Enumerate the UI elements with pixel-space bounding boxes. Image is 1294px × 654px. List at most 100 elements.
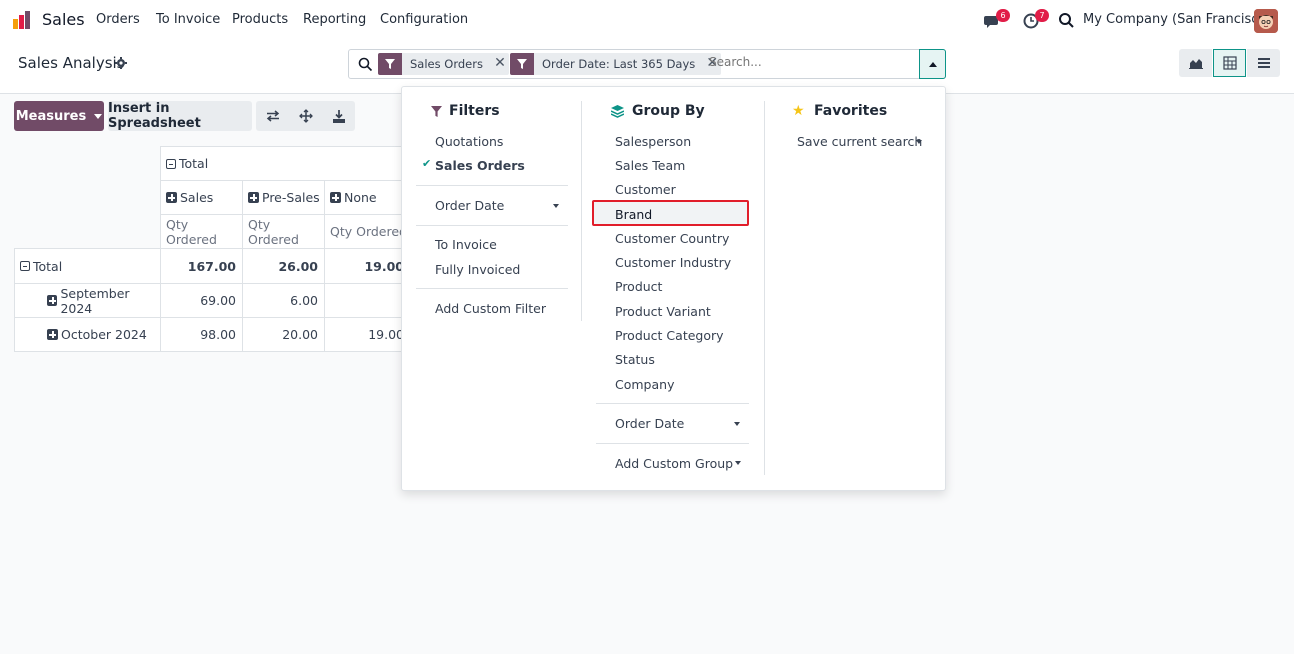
pivot-cell[interactable]: 69.00 [160,283,243,318]
facet-label: Order Date: Last 365 Days [542,57,696,71]
expand-all-button[interactable] [289,101,322,131]
groupby-customer-country[interactable]: Customer Country [615,231,729,246]
groupby-customer[interactable]: Customer [615,182,676,197]
pivot-header-none[interactable]: None [324,180,410,215]
filter-icon [431,106,442,117]
save-current-search[interactable]: Save current search [797,134,922,149]
divider [416,225,568,226]
divider [416,288,568,289]
menu-to-invoice[interactable]: To Invoice [156,12,220,27]
groupby-order-date[interactable]: Order Date [615,416,684,431]
groupby-status[interactable]: Status [615,352,655,367]
measure-header[interactable]: Qty Ordered [324,214,410,249]
row-label: September 2024 [60,285,130,316]
pivot-row-header-october[interactable]: October 2024 [14,317,161,352]
toggle-search-panel-button[interactable] [919,49,946,79]
collapse-icon [20,261,30,271]
filters-title: Filters [449,103,500,119]
check-icon: ✔ [422,157,432,170]
company-switcher[interactable]: My Company (San Francisco) [1083,12,1271,27]
expand-icon [47,295,58,306]
header-label: None [344,190,377,205]
favorites-title: Favorites [814,103,888,119]
groupby-salesperson[interactable]: Salesperson [615,134,691,149]
collapse-icon [166,158,176,169]
menu-reporting[interactable]: Reporting [303,12,366,27]
group-by-title: Group By [632,103,705,119]
menu-configuration[interactable]: Configuration [380,12,468,27]
facet-order-date: Order Date: Last 365 Days ✕ [510,53,722,75]
measure-header[interactable]: Qty Ordered [242,214,325,249]
download-icon [332,109,345,123]
caret-down-icon[interactable] [916,140,922,144]
groupby-sales-team[interactable]: Sales Team [615,158,685,173]
insert-spreadsheet-button[interactable]: Insert in Spreadsheet [108,101,252,131]
row-label: October 2024 [61,327,147,342]
caret-down-icon[interactable] [735,461,741,465]
pivot-header-pre-sales[interactable]: Pre-Sales [242,180,325,215]
search-input[interactable] [709,55,909,69]
facet-label: Sales Orders [410,57,483,71]
filter-fully-invoiced[interactable]: Fully Invoiced [435,262,520,277]
groupby-company[interactable]: Company [615,377,674,392]
download-button[interactable] [322,101,355,131]
pivot-cell[interactable]: 19.00 [324,248,410,284]
groupby-customer-industry[interactable]: Customer Industry [615,255,731,270]
facet-sales-orders: Sales Orders ✕ [378,53,509,75]
filter-quotations[interactable]: Quotations [435,134,503,149]
sales-app-icon[interactable] [13,10,33,30]
filter-to-invoice[interactable]: To Invoice [435,237,497,252]
pivot-view-button[interactable] [1213,49,1246,77]
pivot-row-header-september[interactable]: September 2024 [14,283,161,318]
pivot-header-sales[interactable]: Sales [160,180,243,215]
header-label: Sales [180,190,214,205]
expand-icon [248,192,259,203]
divider [596,403,749,404]
expand-icon [47,329,58,340]
search-panel-dropdown: Filters Quotations ✔ Sales Orders Order … [401,86,946,491]
measures-button[interactable]: Measures [14,101,104,131]
user-avatar[interactable] [1254,9,1278,33]
caret-down-icon[interactable] [553,204,559,208]
caret-up-icon [928,61,937,67]
arrows-icon [298,109,313,123]
pivot-header-total[interactable]: Total [160,146,410,181]
flip-axis-button[interactable] [256,101,289,131]
groupby-product-category[interactable]: Product Category [615,328,724,343]
filter-sales-orders[interactable]: Sales Orders [435,158,525,173]
pivot-cell[interactable]: 98.00 [160,317,243,352]
app-name[interactable]: Sales [42,10,85,29]
measures-label: Measures [15,108,87,124]
gear-icon[interactable] [115,57,127,69]
remove-facet-icon[interactable]: ✕ [491,53,509,75]
pivot-cell[interactable]: 26.00 [242,248,325,284]
pivot-cell[interactable]: 20.00 [242,317,325,352]
graph-view-button[interactable] [1179,49,1212,77]
star-icon: ★ [792,103,805,119]
search-icon[interactable] [358,57,373,72]
filter-icon [510,53,534,75]
pivot-cell[interactable]: 6.00 [242,283,325,318]
pivot-row-header-total[interactable]: Total [14,248,161,284]
pivot-cell[interactable]: 19.00 [324,317,410,352]
table-grid-icon [1222,56,1237,70]
pivot-cell[interactable]: 167.00 [160,248,243,284]
top-navbar: Sales Orders To Invoice Products Reporti… [0,0,1294,40]
header-label: Total [179,156,209,171]
filter-order-date[interactable]: Order Date [435,198,504,213]
add-custom-group[interactable]: Add Custom Group [615,456,733,471]
menu-products[interactable]: Products [232,12,288,27]
groupby-brand[interactable]: Brand [615,207,652,222]
search-bar[interactable]: Sales Orders ✕ Order Date: Last 365 Days… [348,49,946,79]
list-view-button[interactable] [1247,49,1280,77]
add-custom-filter[interactable]: Add Custom Filter [435,301,546,316]
groupby-product[interactable]: Product [615,279,662,294]
layers-icon [611,105,624,118]
groupby-product-variant[interactable]: Product Variant [615,304,711,319]
caret-down-icon[interactable] [734,422,740,426]
search-icon[interactable] [1058,12,1076,30]
menu-orders[interactable]: Orders [96,12,140,27]
pivot-cell[interactable] [324,283,410,318]
row-label: Total [33,258,63,274]
measure-header[interactable]: Qty Ordered [160,214,243,249]
